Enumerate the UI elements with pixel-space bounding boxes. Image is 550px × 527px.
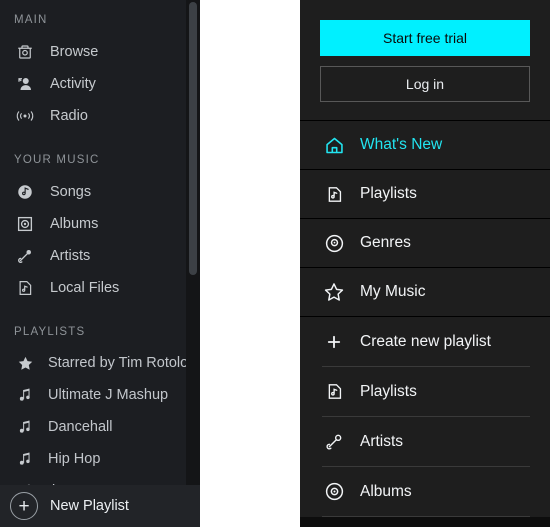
sidebar-playlist-label: Starred by Tim Rotolo [48, 355, 189, 371]
start-free-trial-button[interactable]: Start free trial [320, 20, 530, 56]
content-gap [200, 0, 300, 527]
sidebar-playlist-hip-hop[interactable]: Hip Hop [0, 443, 200, 475]
nav-item-label: Artists [360, 432, 404, 450]
sidebar-section-header-main: MAIN [14, 14, 48, 26]
sidebar-item-label: Local Files [50, 280, 120, 296]
music-note-icon [14, 448, 36, 470]
disc-icon [322, 231, 346, 255]
local-files-icon [14, 277, 36, 299]
sidebar-item-label: Radio [50, 108, 88, 124]
nav-item-label: Create new playlist [360, 332, 491, 350]
sidebar-item-local-files[interactable]: Local Files [0, 272, 200, 304]
sidebar-playlist-label: Hip Hop [48, 451, 101, 467]
left-sidebar: MAIN Browse Activity Radio YOUR MUSIC So… [0, 0, 200, 527]
activity-icon [14, 73, 36, 95]
sidebar-item-albums[interactable]: Albums [0, 208, 200, 240]
nav-item-label: My Music [360, 283, 426, 300]
plus-circle-icon: + [10, 492, 38, 520]
sidebar-item-artists[interactable]: Artists [0, 240, 200, 272]
sidebar-item-label: Albums [50, 216, 99, 232]
sidebar-item-radio[interactable]: Radio [0, 100, 200, 132]
playlist-file-icon [322, 380, 346, 404]
songs-icon [14, 181, 36, 203]
sidebar-item-label: Artists [50, 248, 91, 264]
sidebar-item-browse[interactable]: Browse [0, 36, 200, 68]
music-note-icon [14, 384, 36, 406]
nav-item-label: Playlists [360, 185, 417, 202]
sidebar-playlist-starred[interactable]: Starred by Tim Rotolo [0, 347, 200, 379]
sidebar-playlist-ultimate-j-mashup[interactable]: Ultimate J Mashup [0, 379, 200, 411]
browse-icon [14, 41, 36, 63]
star-icon [14, 352, 36, 374]
new-playlist-label: New Playlist [50, 498, 129, 514]
sidebar-item-label: Activity [50, 76, 96, 92]
sidebar-playlist-dancehall[interactable]: Dancehall [0, 411, 200, 443]
nav-item-label: Playlists [360, 382, 417, 400]
playlist-file-icon [322, 182, 346, 206]
right-panel: Start free trial Log in What's New Playl… [300, 0, 550, 527]
sidebar-item-activity[interactable]: Activity [0, 68, 200, 100]
plus-icon [322, 330, 346, 354]
sidebar-playlist-label: Dancehall [48, 419, 113, 435]
albums-icon [14, 213, 36, 235]
nav-item-whats-new[interactable]: What's New [300, 121, 550, 170]
nav-item-playlists[interactable]: Playlists [300, 170, 550, 219]
nav-item-genres[interactable]: Genres [300, 219, 550, 268]
microphone-icon [322, 430, 346, 454]
radio-icon [14, 105, 36, 127]
sidebar-item-songs[interactable]: Songs [0, 176, 200, 208]
nav-item-artists[interactable]: Artists [300, 417, 550, 466]
home-icon [322, 133, 346, 157]
sidebar-section-header-your-music: YOUR MUSIC [14, 154, 100, 166]
sidebar-item-label: Songs [50, 184, 92, 200]
disc-target-icon [322, 480, 346, 504]
nav-item-playlists-secondary[interactable]: Playlists [300, 367, 550, 416]
artists-microphone-icon [14, 245, 36, 267]
music-note-icon [14, 416, 36, 438]
auth-section: Start free trial Log in [300, 0, 550, 102]
nav-item-label: Genres [360, 234, 411, 251]
new-playlist-button[interactable]: + New Playlist [0, 485, 200, 527]
sidebar-scrollbar-thumb[interactable] [189, 2, 197, 275]
sidebar-section-header-playlists: PLAYLISTS [14, 326, 86, 338]
nav-item-create-new-playlist[interactable]: Create new playlist [300, 317, 550, 366]
nav-item-label: What's New [360, 136, 443, 153]
sidebar-scrollbar-track[interactable] [186, 0, 200, 527]
app-root: MAIN Browse Activity Radio YOUR MUSIC So… [0, 0, 550, 527]
nav-item-my-music[interactable]: My Music [300, 268, 550, 317]
sidebar-playlist-label: Ultimate J Mashup [48, 387, 169, 403]
star-outline-icon [322, 280, 346, 304]
nav-item-label: Albums [360, 482, 412, 500]
log-in-button[interactable]: Log in [320, 66, 530, 102]
sidebar-item-label: Browse [50, 44, 99, 60]
panel-bottom-strip [300, 517, 550, 527]
nav-item-albums[interactable]: Albums [300, 467, 550, 516]
